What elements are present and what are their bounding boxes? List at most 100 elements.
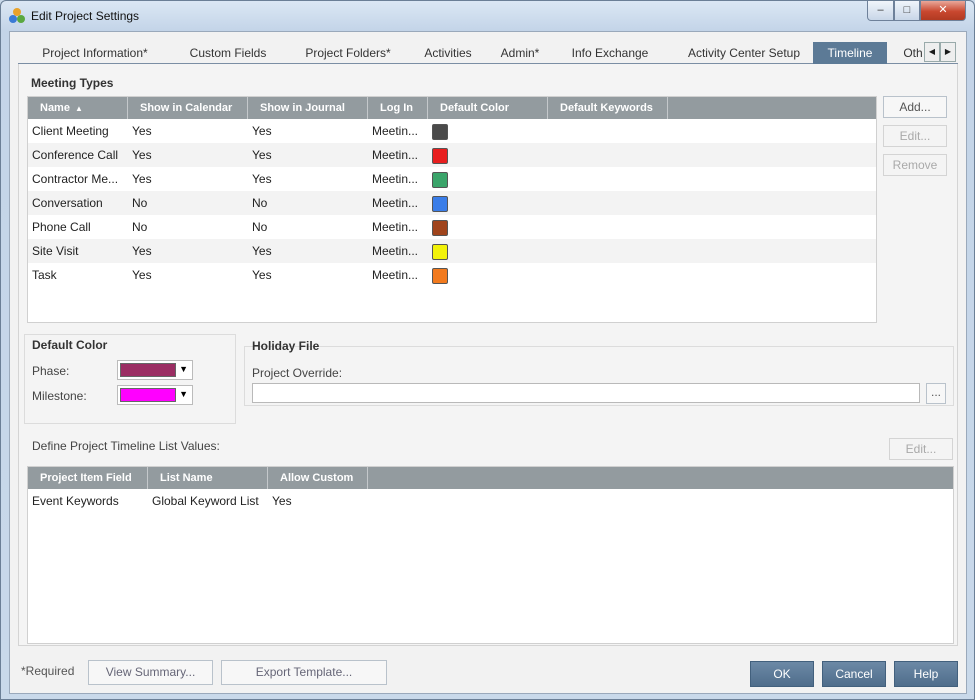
log-in-cell: Meetin... (372, 244, 419, 258)
milestone-color-swatch (120, 388, 176, 402)
app-icon (9, 8, 25, 24)
meeting-types-heading: Meeting Types (31, 76, 114, 90)
show-in-calendar-cell: Yes (132, 148, 152, 162)
show-in-calendar-cell: Yes (132, 124, 152, 138)
tab-admin[interactable]: Admin* (490, 44, 550, 64)
view-summary-button[interactable]: View Summary... (88, 660, 213, 685)
tab-scroll-right-icon[interactable]: ▶ (940, 42, 956, 62)
phase-color-swatch (120, 363, 176, 377)
default-color-swatch (432, 268, 448, 284)
show-in-calendar-cell: Yes (132, 244, 152, 258)
show-in-calendar-cell: Yes (132, 268, 152, 282)
title-bar[interactable]: Edit Project Settings – □ ✕ (1, 1, 974, 31)
cancel-button[interactable]: Cancel (822, 661, 886, 687)
close-icon[interactable]: ✕ (920, 1, 966, 21)
column-header-project-item-field[interactable]: Project Item Field (28, 467, 148, 489)
project-override-input[interactable] (252, 383, 920, 403)
show-in-calendar-cell: Yes (132, 172, 152, 186)
meeting-types-header: Name ▲ Show in Calendar Show in Journal L… (28, 97, 876, 119)
name-cell: Task (32, 268, 57, 282)
table-row[interactable]: Contractor Me... Yes Yes Meetin... (28, 167, 876, 191)
log-in-cell: Meetin... (372, 220, 419, 234)
default-color-swatch (432, 148, 448, 164)
column-header-show-in-calendar[interactable]: Show in Calendar (128, 97, 248, 119)
name-cell: Phone Call (32, 220, 91, 234)
column-header-list-name[interactable]: List Name (148, 467, 268, 489)
ok-button[interactable]: OK (750, 661, 814, 687)
timeline-list-label: Define Project Timeline List Values: (32, 439, 220, 453)
column-header-allow-custom[interactable]: Allow Custom (268, 467, 368, 489)
milestone-color-picker[interactable]: ▼ (117, 385, 193, 405)
list-name-cell: Global Keyword List (152, 494, 259, 508)
table-row[interactable]: Site Visit Yes Yes Meetin... (28, 239, 876, 263)
required-note: *Required (21, 664, 75, 678)
help-button[interactable]: Help (894, 661, 958, 687)
maximize-icon[interactable]: □ (894, 1, 920, 21)
log-in-cell: Meetin... (372, 148, 419, 162)
phase-color-picker[interactable]: ▼ (117, 360, 193, 380)
tab-project-folders[interactable]: Project Folders* (293, 44, 403, 64)
column-header-default-color[interactable]: Default Color (428, 97, 548, 119)
name-cell: Site Visit (32, 244, 79, 258)
default-color-swatch (432, 220, 448, 236)
tab-timeline[interactable]: Timeline (813, 42, 887, 64)
show-in-calendar-cell: No (132, 220, 148, 234)
show-in-journal-cell: No (252, 196, 268, 210)
name-cell: Contractor Me... (32, 172, 119, 186)
meeting-types-grid: Name ▲ Show in Calendar Show in Journal L… (27, 96, 877, 323)
tab-custom-fields[interactable]: Custom Fields (178, 44, 278, 64)
milestone-label: Milestone: (32, 389, 87, 403)
table-row[interactable]: Event Keywords Global Keyword List Yes (28, 489, 953, 513)
holiday-file-heading: Holiday File (252, 339, 320, 353)
project-item-field-cell: Event Keywords (32, 494, 119, 508)
name-cell: Conference Call (32, 148, 119, 162)
tab-project-information[interactable]: Project Information* (30, 44, 160, 64)
column-header-show-in-journal[interactable]: Show in Journal (248, 97, 368, 119)
show-in-journal-cell: Yes (252, 148, 272, 162)
timeline-list-header: Project Item Field List Name Allow Custo… (28, 467, 953, 489)
show-in-journal-cell: No (252, 220, 268, 234)
show-in-journal-cell: Yes (252, 244, 272, 258)
dialog-body: Project Information* Custom Fields Proje… (9, 31, 967, 694)
edit-meeting-type-button[interactable]: Edit... (883, 125, 947, 147)
name-cell: Conversation (32, 196, 103, 210)
column-header-log-in[interactable]: Log In (368, 97, 428, 119)
export-template-button[interactable]: Export Template... (221, 660, 387, 685)
column-header-name[interactable]: Name ▲ (28, 97, 128, 119)
minimize-icon[interactable]: – (867, 1, 894, 21)
project-override-label: Project Override: (252, 366, 343, 380)
timeline-list-grid: Project Item Field List Name Allow Custo… (27, 466, 954, 644)
tab-scroll-left-icon[interactable]: ◀ (924, 42, 940, 62)
column-header-default-keywords[interactable]: Default Keywords (548, 97, 668, 119)
name-cell: Client Meeting (32, 124, 109, 138)
default-color-swatch (432, 244, 448, 260)
sort-ascending-icon: ▲ (74, 104, 83, 113)
log-in-cell: Meetin... (372, 172, 419, 186)
log-in-cell: Meetin... (372, 196, 419, 210)
chevron-down-icon: ▼ (179, 364, 188, 374)
tab-activity-center-setup[interactable]: Activity Center Setup (674, 44, 814, 64)
show-in-journal-cell: Yes (252, 268, 272, 282)
table-row[interactable]: Conference Call Yes Yes Meetin... (28, 143, 876, 167)
show-in-calendar-cell: No (132, 196, 148, 210)
browse-holiday-file-button[interactable]: ... (926, 383, 946, 404)
allow-custom-cell: Yes (272, 494, 292, 508)
timeline-tab-panel: Meeting Types Name ▲ Show in Calendar Sho… (18, 64, 958, 646)
tab-activities[interactable]: Activities (413, 44, 483, 64)
edit-list-values-button[interactable]: Edit... (889, 438, 953, 460)
tab-bar: Project Information* Custom Fields Proje… (18, 42, 958, 64)
table-row[interactable]: Task Yes Yes Meetin... (28, 263, 876, 287)
show-in-journal-cell: Yes (252, 172, 272, 186)
table-row[interactable]: Phone Call No No Meetin... (28, 215, 876, 239)
table-row[interactable]: Conversation No No Meetin... (28, 191, 876, 215)
add-meeting-type-button[interactable]: Add... (883, 96, 947, 118)
phase-label: Phase: (32, 364, 70, 378)
tab-info-exchange[interactable]: Info Exchange (561, 44, 659, 64)
edit-project-settings-window: Edit Project Settings – □ ✕ Project Info… (0, 0, 975, 700)
table-row[interactable]: Client Meeting Yes Yes Meetin... (28, 119, 876, 143)
default-color-swatch (432, 124, 448, 140)
window-title: Edit Project Settings (31, 9, 140, 23)
remove-meeting-type-button[interactable]: Remove (883, 154, 947, 176)
default-color-swatch (432, 172, 448, 188)
log-in-cell: Meetin... (372, 268, 419, 282)
